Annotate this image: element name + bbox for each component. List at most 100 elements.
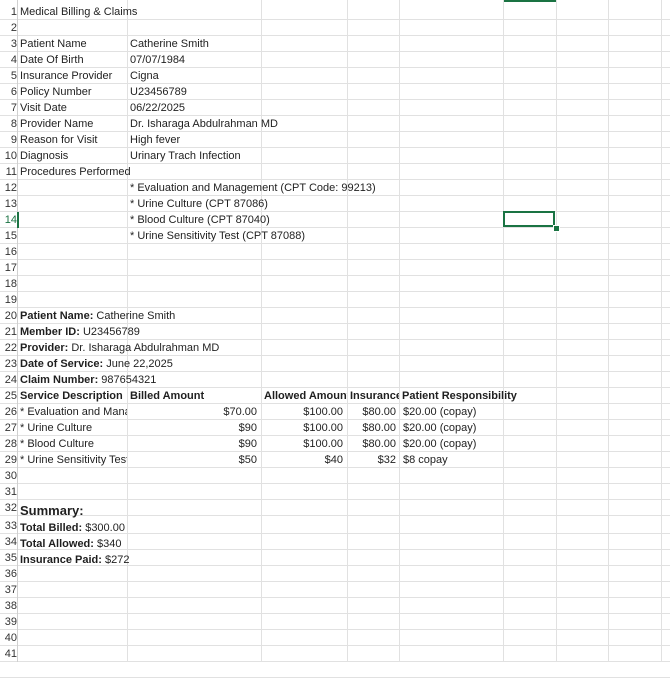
row-number[interactable]: 34 [0, 534, 18, 550]
table-cell-allowed[interactable]: $100.00 [262, 404, 343, 420]
value-dob[interactable]: 07/07/1984 [130, 52, 330, 68]
active-cell[interactable] [503, 211, 555, 227]
row-number[interactable]: 25 [0, 388, 18, 404]
table-cell-insurance[interactable]: $80.00 [348, 420, 396, 436]
table-header-billed-amount[interactable]: Billed Amount [130, 388, 260, 404]
row-number[interactable]: 30 [0, 468, 18, 484]
label-insurance-provider[interactable]: Insurance Provider [20, 68, 126, 84]
row-number[interactable]: 27 [0, 420, 18, 436]
label-provider-name[interactable]: Provider Name [20, 116, 126, 132]
row-number[interactable]: 4 [0, 52, 18, 68]
fill-handle[interactable] [553, 225, 560, 232]
row-number[interactable]: 14 [0, 212, 18, 228]
claim-provider[interactable]: Provider: Dr. Isharaga Abdulrahman MD [20, 340, 320, 356]
table-cell-patient-resp[interactable]: $8 copay [403, 452, 503, 468]
claim-date-of-service[interactable]: Date of Service: June 22,2025 [20, 356, 320, 372]
table-cell-insurance[interactable]: $80.00 [348, 436, 396, 452]
table-cell-service[interactable]: * Urine Sensitivity Test [20, 452, 127, 468]
value-insurance-provider[interactable]: Cigna [130, 68, 330, 84]
value-provider-name[interactable]: Dr. Isharaga Abdulrahman MD [130, 116, 350, 132]
value-diagnosis[interactable]: Urinary Trach Infection [130, 148, 330, 164]
value-visit-date[interactable]: 06/22/2025 [130, 100, 330, 116]
row-number[interactable]: 7 [0, 100, 18, 116]
label-procedures-performed[interactable]: Procedures Performed [20, 164, 130, 180]
row-number[interactable]: 2 [0, 20, 18, 36]
label-visit-date[interactable]: Visit Date [20, 100, 126, 116]
sheet-title[interactable]: Medical Billing & Claims [20, 4, 260, 20]
label-dob[interactable]: Date Of Birth [20, 52, 126, 68]
row-number[interactable]: 35 [0, 550, 18, 566]
row-number[interactable]: 3 [0, 36, 18, 52]
row-number[interactable]: 41 [0, 646, 18, 662]
row-number[interactable]: 5 [0, 68, 18, 84]
table-cell-billed[interactable]: $90 [128, 436, 257, 452]
row-number[interactable]: 37 [0, 582, 18, 598]
row-number[interactable]: 18 [0, 276, 18, 292]
value-reason-for-visit[interactable]: High fever [130, 132, 330, 148]
row-number[interactable]: 24 [0, 372, 18, 388]
table-cell-allowed[interactable]: $100.00 [262, 436, 343, 452]
summary-total-billed[interactable]: Total Billed: $300.00 [20, 520, 220, 536]
claim-number[interactable]: Claim Number: 987654321 [20, 372, 320, 388]
label-diagnosis[interactable]: Diagnosis [20, 148, 126, 164]
procedure-item[interactable]: * Urine Sensitivity Test (CPT 87088) [130, 228, 430, 244]
row-number[interactable]: 31 [0, 484, 18, 500]
row-number[interactable]: 40 [0, 630, 18, 646]
row-number[interactable]: 26 [0, 404, 18, 420]
row-number[interactable]: 29 [0, 452, 18, 468]
table-cell-service[interactable]: * Evaluation and Management [20, 404, 127, 420]
spreadsheet-grid[interactable]: 1 2 3 4 5 6 7 8 9 10 11 12 13 14 15 16 17 18 19 20 21 22 23 24 2… [0, 0, 670, 678]
table-cell-allowed[interactable]: $100.00 [262, 420, 343, 436]
row-number[interactable]: 19 [0, 292, 18, 308]
table-cell-patient-resp[interactable]: $20.00 (copay) [403, 420, 503, 436]
row-number[interactable]: 8 [0, 116, 18, 132]
row-number[interactable]: 10 [0, 148, 18, 164]
claim-member-id[interactable]: Member ID: U23456789 [20, 324, 320, 340]
label-patient-name[interactable]: Patient Name [20, 36, 126, 52]
value-policy-number[interactable]: U23456789 [130, 84, 330, 100]
table-cell-insurance[interactable]: $80.00 [348, 404, 396, 420]
table-cell-billed[interactable]: $70.00 [128, 404, 257, 420]
row-number[interactable]: 16 [0, 244, 18, 260]
value-patient-name[interactable]: Catherine Smith [130, 36, 330, 52]
table-header-service-description[interactable]: Service Description [20, 388, 126, 404]
summary-insurance-paid[interactable]: Insurance Paid: $272 [20, 552, 220, 568]
row-number[interactable]: 32 [0, 500, 18, 516]
table-header-insurance[interactable]: Insurance [350, 388, 399, 404]
label-reason-for-visit[interactable]: Reason for Visit [20, 132, 126, 148]
row-number[interactable]: 15 [0, 228, 18, 244]
row-number[interactable]: 22 [0, 340, 18, 356]
table-cell-billed[interactable]: $50 [128, 452, 257, 468]
claim-patient-name[interactable]: Patient Name: Catherine Smith [20, 308, 320, 324]
row-number[interactable]: 9 [0, 132, 18, 148]
row-number[interactable]: 28 [0, 436, 18, 452]
table-cell-service[interactable]: * Urine Culture [20, 420, 127, 436]
row-number[interactable]: 11 [0, 164, 18, 180]
row-number[interactable]: 21 [0, 324, 18, 340]
summary-total-allowed[interactable]: Total Allowed: $340 [20, 536, 220, 552]
table-header-allowed-amount[interactable]: Allowed Amount [264, 388, 347, 404]
table-cell-insurance[interactable]: $32 [348, 452, 396, 468]
label-policy-number[interactable]: Policy Number [20, 84, 126, 100]
table-cell-allowed[interactable]: $40 [262, 452, 343, 468]
row-number[interactable]: 12 [0, 180, 18, 196]
summary-heading[interactable]: Summary: [20, 502, 126, 520]
procedure-item[interactable]: * Urine Culture (CPT 87086) [130, 196, 430, 212]
row-number[interactable]: 36 [0, 566, 18, 582]
table-header-patient-responsibility[interactable]: Patient Responsibility [402, 388, 552, 404]
row-number[interactable]: 1 [0, 4, 18, 20]
row-number[interactable]: 17 [0, 260, 18, 276]
row-number[interactable]: 38 [0, 598, 18, 614]
row-number[interactable]: 6 [0, 84, 18, 100]
table-cell-billed[interactable]: $90 [128, 420, 257, 436]
row-number[interactable]: 13 [0, 196, 18, 212]
procedure-item[interactable]: * Evaluation and Management (CPT Code: 9… [130, 180, 430, 196]
row-number[interactable]: 33 [0, 518, 18, 534]
row-number[interactable]: 23 [0, 356, 18, 372]
procedure-item[interactable]: * Blood Culture (CPT 87040) [130, 212, 430, 228]
row-number[interactable]: 39 [0, 614, 18, 630]
table-cell-patient-resp[interactable]: $20.00 (copay) [403, 404, 503, 420]
table-cell-service[interactable]: * Blood Culture [20, 436, 127, 452]
table-cell-patient-resp[interactable]: $20.00 (copay) [403, 436, 503, 452]
row-number[interactable]: 20 [0, 308, 18, 324]
